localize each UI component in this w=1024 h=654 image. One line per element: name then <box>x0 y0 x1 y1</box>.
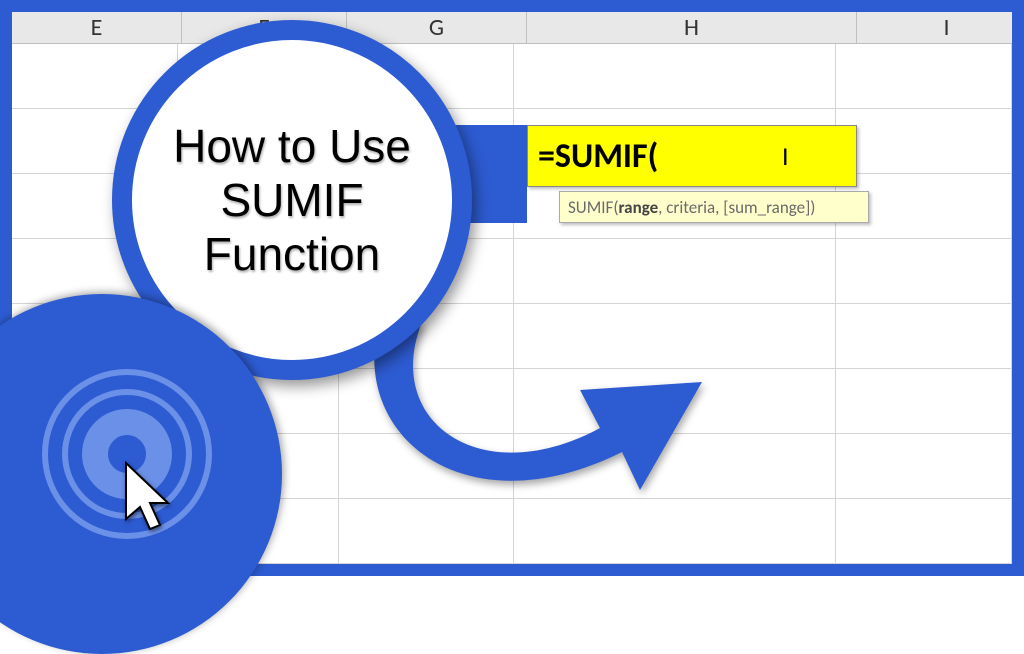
column-header-E[interactable]: E <box>12 12 182 43</box>
click-target-icon <box>42 369 212 539</box>
title-text: How to Use SUMIF Function <box>173 119 411 282</box>
tooltip-args-rest: , criteria, [sum_range]) <box>658 197 815 218</box>
tooltip-fn: SUMIF( <box>568 197 619 218</box>
thumbnail-frame: E F G H I =SUMIF( I SUMIF(range, criteri… <box>0 0 1024 576</box>
cursor-icon <box>124 461 194 541</box>
function-tooltip: SUMIF(range, criteria, [sum_range]) <box>559 191 869 223</box>
tooltip-arg-bold: range <box>619 197 659 218</box>
formula-text: =SUMIF( <box>538 136 658 177</box>
title-line1: How to Use <box>173 120 411 172</box>
column-header-H[interactable]: H <box>527 12 857 43</box>
title-line3: Function <box>204 228 380 280</box>
column-header-row: E F G H I <box>12 12 1012 44</box>
text-caret-icon: I <box>782 140 789 172</box>
title-line2: SUMIF <box>220 174 363 226</box>
column-header-G[interactable]: G <box>347 12 527 43</box>
active-cell-H[interactable]: =SUMIF( <box>527 125 857 187</box>
column-header-I[interactable]: I <box>857 12 1024 43</box>
